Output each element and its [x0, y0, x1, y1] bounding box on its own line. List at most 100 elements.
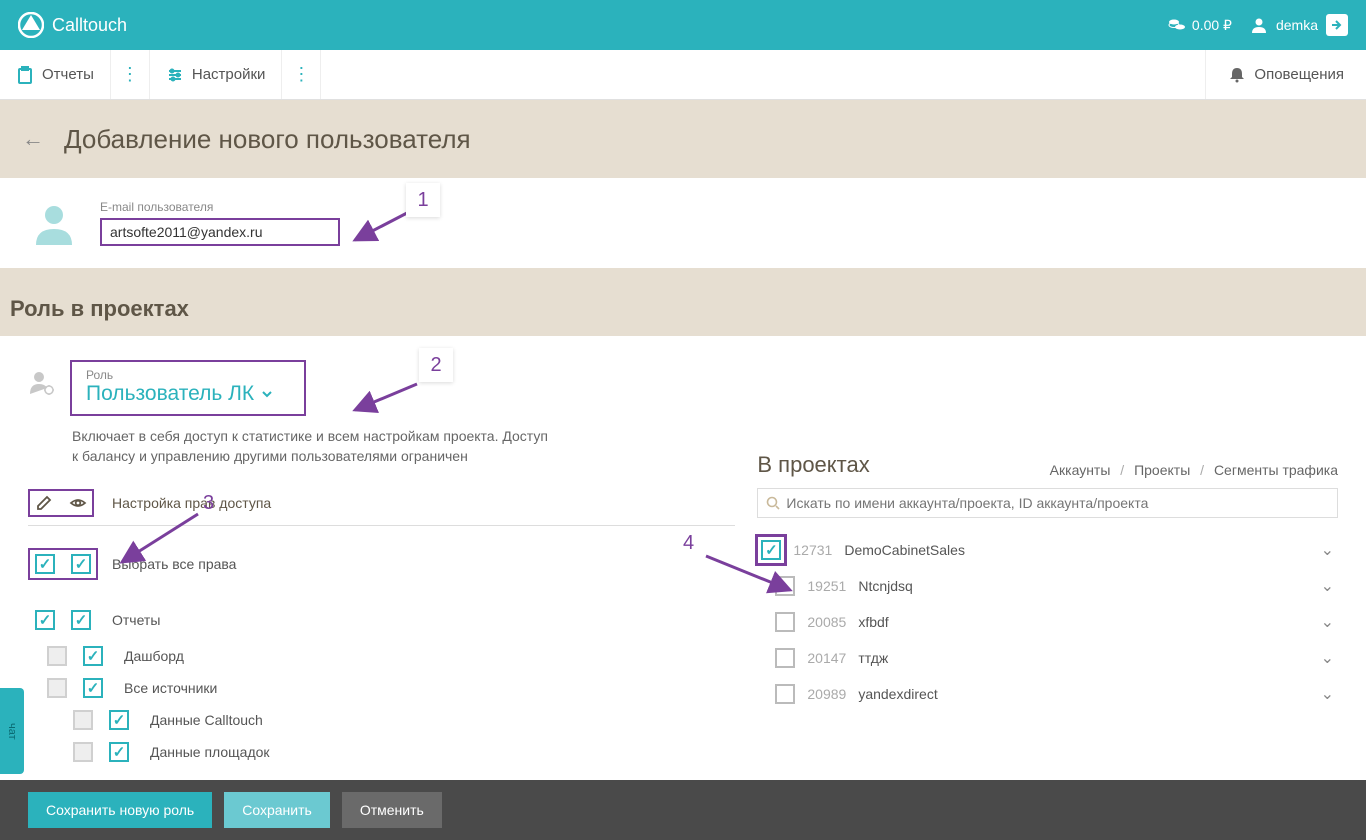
project-name: ттдж — [858, 650, 888, 666]
clipboard-icon — [16, 66, 34, 84]
section-roles-heading: Роль в проектах — [0, 268, 1366, 336]
user-icon — [1250, 16, 1268, 34]
annotation-2: 2 — [419, 348, 453, 382]
balance-value: 0.00 ₽ — [1192, 17, 1232, 34]
email-input[interactable] — [100, 218, 340, 246]
logo-icon — [18, 12, 44, 38]
nav-notifications[interactable]: Оповещения — [1205, 50, 1366, 99]
avatar-icon — [32, 201, 76, 245]
perm-dashboard-view-checkbox[interactable] — [83, 646, 103, 666]
perm-all-sources-view-checkbox[interactable] — [83, 678, 103, 698]
project-row[interactable]: 12731DemoCabinetSales⌄ — [757, 532, 1338, 568]
user-menu[interactable]: demka — [1250, 14, 1348, 36]
email-label: E-mail пользователя — [100, 200, 340, 214]
projects-title: В проектах — [757, 452, 869, 478]
project-id: 19251 — [807, 578, 846, 594]
perm-header-label: Настройка прав доступа — [112, 495, 271, 511]
perm-platform-data-view-checkbox[interactable] — [109, 742, 129, 762]
chevron-down-icon[interactable]: ⌄ — [1321, 648, 1334, 668]
username: demka — [1276, 17, 1318, 33]
back-button[interactable]: ← — [22, 126, 44, 152]
project-search-input[interactable] — [786, 495, 1329, 511]
bell-icon — [1228, 66, 1246, 84]
sliders-icon — [166, 66, 184, 84]
role-value: Пользователь ЛК — [86, 382, 254, 406]
project-checkbox[interactable] — [775, 648, 795, 668]
chevron-down-icon[interactable]: ⌄ — [1321, 612, 1334, 632]
perm-all-sources-label: Все источники — [124, 680, 217, 696]
brand-logo[interactable]: Calltouch — [18, 12, 127, 38]
footer-actions: Сохранить новую роль Сохранить Отменить — [0, 780, 1366, 840]
cancel-button[interactable]: Отменить — [342, 792, 442, 828]
perm-reports-label: Отчеты — [112, 612, 160, 628]
perm-reports-edit-checkbox[interactable] — [35, 610, 55, 630]
project-name: Ntcnjdsq — [858, 578, 912, 594]
project-checkbox[interactable] — [761, 540, 781, 560]
title-bar: ← Добавление нового пользователя — [0, 100, 1366, 178]
save-new-role-button[interactable]: Сохранить новую роль — [28, 792, 212, 828]
nav-notifications-label: Оповещения — [1254, 66, 1344, 83]
logout-icon[interactable] — [1326, 14, 1348, 36]
eye-icon — [69, 494, 87, 512]
project-id: 12731 — [793, 542, 832, 558]
project-name: xfbdf — [858, 614, 888, 630]
brand-name: Calltouch — [52, 15, 127, 36]
perm-dashboard-edit-checkbox[interactable] — [47, 646, 67, 666]
chevron-down-icon[interactable]: ⌄ — [1321, 684, 1334, 704]
pencil-icon — [35, 494, 53, 512]
page-title: Добавление нового пользователя — [64, 124, 471, 155]
save-button[interactable]: Сохранить — [224, 792, 330, 828]
project-row[interactable]: 19251 Ntcnjdsq ⌄ — [757, 568, 1338, 604]
project-checkbox[interactable] — [775, 612, 795, 632]
project-checkbox[interactable] — [775, 684, 795, 704]
perm-all-edit-checkbox[interactable] — [35, 554, 55, 574]
project-row[interactable]: 20085 xfbdf ⌄ — [757, 604, 1338, 640]
breadcrumb: Аккаунты / Проекты / Сегменты трафика — [1050, 462, 1338, 478]
nav-settings[interactable]: Настройки — [150, 50, 283, 99]
coins-icon — [1168, 18, 1186, 32]
role-card: Роль Пользователь ЛК Включает в себя дос… — [0, 336, 1366, 786]
user-gear-icon — [28, 368, 56, 396]
perm-calltouch-data-edit-checkbox[interactable] — [73, 710, 93, 730]
chevron-down-icon[interactable]: ⌄ — [1321, 540, 1334, 560]
project-checkbox[interactable] — [775, 576, 795, 596]
nav-reports-more[interactable]: ⋮ — [111, 50, 150, 99]
perm-all-sources-edit-checkbox[interactable] — [47, 678, 67, 698]
project-name: yandexdirect — [858, 686, 937, 702]
project-id: 20085 — [807, 614, 846, 630]
perm-platform-data-label: Данные площадок — [150, 744, 270, 760]
crumb-segments[interactable]: Сегменты трафика — [1214, 462, 1338, 478]
perm-all-label: Выбрать все права — [112, 556, 236, 572]
balance-display[interactable]: 0.00 ₽ — [1168, 17, 1232, 34]
crumb-accounts[interactable]: Аккаунты — [1050, 462, 1111, 478]
annotation-1: 1 — [406, 183, 440, 217]
project-search[interactable] — [757, 488, 1338, 518]
project-id: 20989 — [807, 686, 846, 702]
nav-reports[interactable]: Отчеты — [0, 50, 111, 99]
project-row[interactable]: 20989 yandexdirect ⌄ — [757, 676, 1338, 712]
perm-reports-view-checkbox[interactable] — [71, 610, 91, 630]
secondary-nav: Отчеты ⋮ Настройки ⋮ Оповещения — [0, 50, 1366, 100]
perm-column-icons — [28, 489, 94, 517]
chevron-down-icon[interactable]: ⌄ — [1321, 576, 1334, 596]
perm-platform-data-edit-checkbox[interactable] — [73, 742, 93, 762]
nav-reports-label: Отчеты — [42, 66, 94, 83]
project-list: 12731DemoCabinetSales⌄19251Ntcnjdsq⌄2008… — [757, 532, 1338, 712]
perm-dashboard-label: Дашборд — [124, 648, 184, 664]
nav-settings-more[interactable]: ⋮ — [282, 50, 321, 99]
project-id: 20147 — [807, 650, 846, 666]
annotation-3: 3 — [203, 492, 214, 515]
project-row[interactable]: 20147 ттдж ⌄ — [757, 640, 1338, 676]
perm-calltouch-data-label: Данные Calltouch — [150, 712, 263, 728]
annotation-4: 4 — [683, 532, 694, 555]
perm-calltouch-data-view-checkbox[interactable] — [109, 710, 129, 730]
email-card: E-mail пользователя — [0, 178, 1366, 268]
search-icon — [766, 496, 780, 510]
chat-side-tab[interactable]: чат — [0, 688, 24, 774]
top-bar: Calltouch 0.00 ₽ demka — [0, 0, 1366, 50]
role-label: Роль — [86, 368, 290, 382]
role-select[interactable]: Роль Пользователь ЛК — [70, 360, 306, 416]
perm-all-view-checkbox[interactable] — [71, 554, 91, 574]
role-description: Включает в себя доступ к статистике и вс… — [72, 426, 552, 467]
crumb-projects[interactable]: Проекты — [1134, 462, 1190, 478]
